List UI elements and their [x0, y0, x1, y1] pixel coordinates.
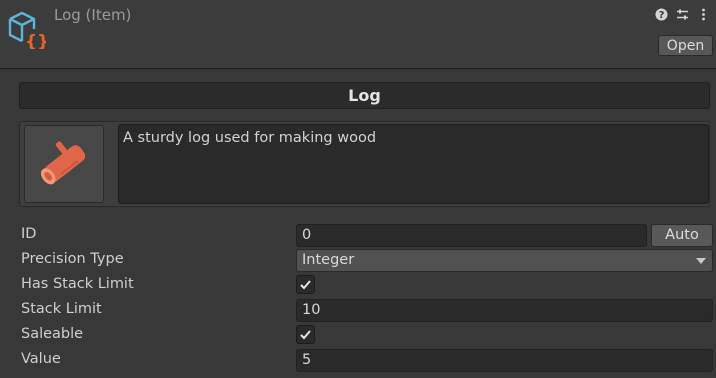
value-label: Value — [21, 351, 61, 367]
help-icon[interactable]: ? — [654, 7, 668, 21]
id-input[interactable]: 0 — [296, 224, 647, 247]
saleable-checkbox[interactable] — [296, 325, 315, 344]
item-description-field[interactable]: A sturdy log used for making wood — [118, 124, 709, 204]
svg-text:{}: {} — [25, 32, 46, 49]
saleable-label: Saleable — [21, 326, 84, 342]
stack-limit-input[interactable]: 10 — [296, 299, 713, 322]
settings-sliders-icon[interactable] — [675, 7, 689, 21]
precision-type-label: Precision Type — [21, 251, 124, 267]
has-stack-limit-row: Has Stack Limit — [0, 274, 716, 296]
inspector-header: {} Log (Item) ? Open — [0, 0, 716, 69]
stack-limit-label: Stack Limit — [21, 301, 102, 317]
value-row: Value 5 — [0, 349, 716, 372]
more-menu-icon[interactable] — [696, 7, 710, 21]
value-input[interactable]: 5 — [296, 349, 713, 372]
checkmark-icon — [300, 280, 311, 290]
auto-id-button[interactable]: Auto — [651, 224, 713, 247]
item-icon-slot[interactable] — [24, 125, 104, 203]
precision-type-row: Precision Type Integer — [0, 249, 716, 272]
svg-text:?: ? — [658, 10, 664, 21]
open-button[interactable]: Open — [658, 35, 713, 56]
checkmark-icon — [300, 330, 311, 340]
inspector-title: Log (Item) — [54, 6, 132, 24]
log-icon — [40, 141, 86, 185]
scriptable-object-icon: {} — [8, 11, 46, 49]
has-stack-limit-checkbox[interactable] — [296, 275, 315, 294]
item-preview-panel: A sturdy log used for making wood — [19, 121, 710, 207]
id-label: ID — [21, 226, 37, 242]
saleable-row: Saleable — [0, 324, 716, 346]
precision-type-value: Integer — [302, 252, 355, 268]
stack-limit-row: Stack Limit 10 — [0, 299, 716, 322]
dropdown-arrow-icon — [696, 258, 706, 264]
precision-type-dropdown[interactable]: Integer — [296, 249, 713, 272]
id-row: ID 0 Auto — [0, 224, 716, 247]
has-stack-limit-label: Has Stack Limit — [21, 276, 134, 292]
item-name-field[interactable]: Log — [19, 82, 710, 109]
